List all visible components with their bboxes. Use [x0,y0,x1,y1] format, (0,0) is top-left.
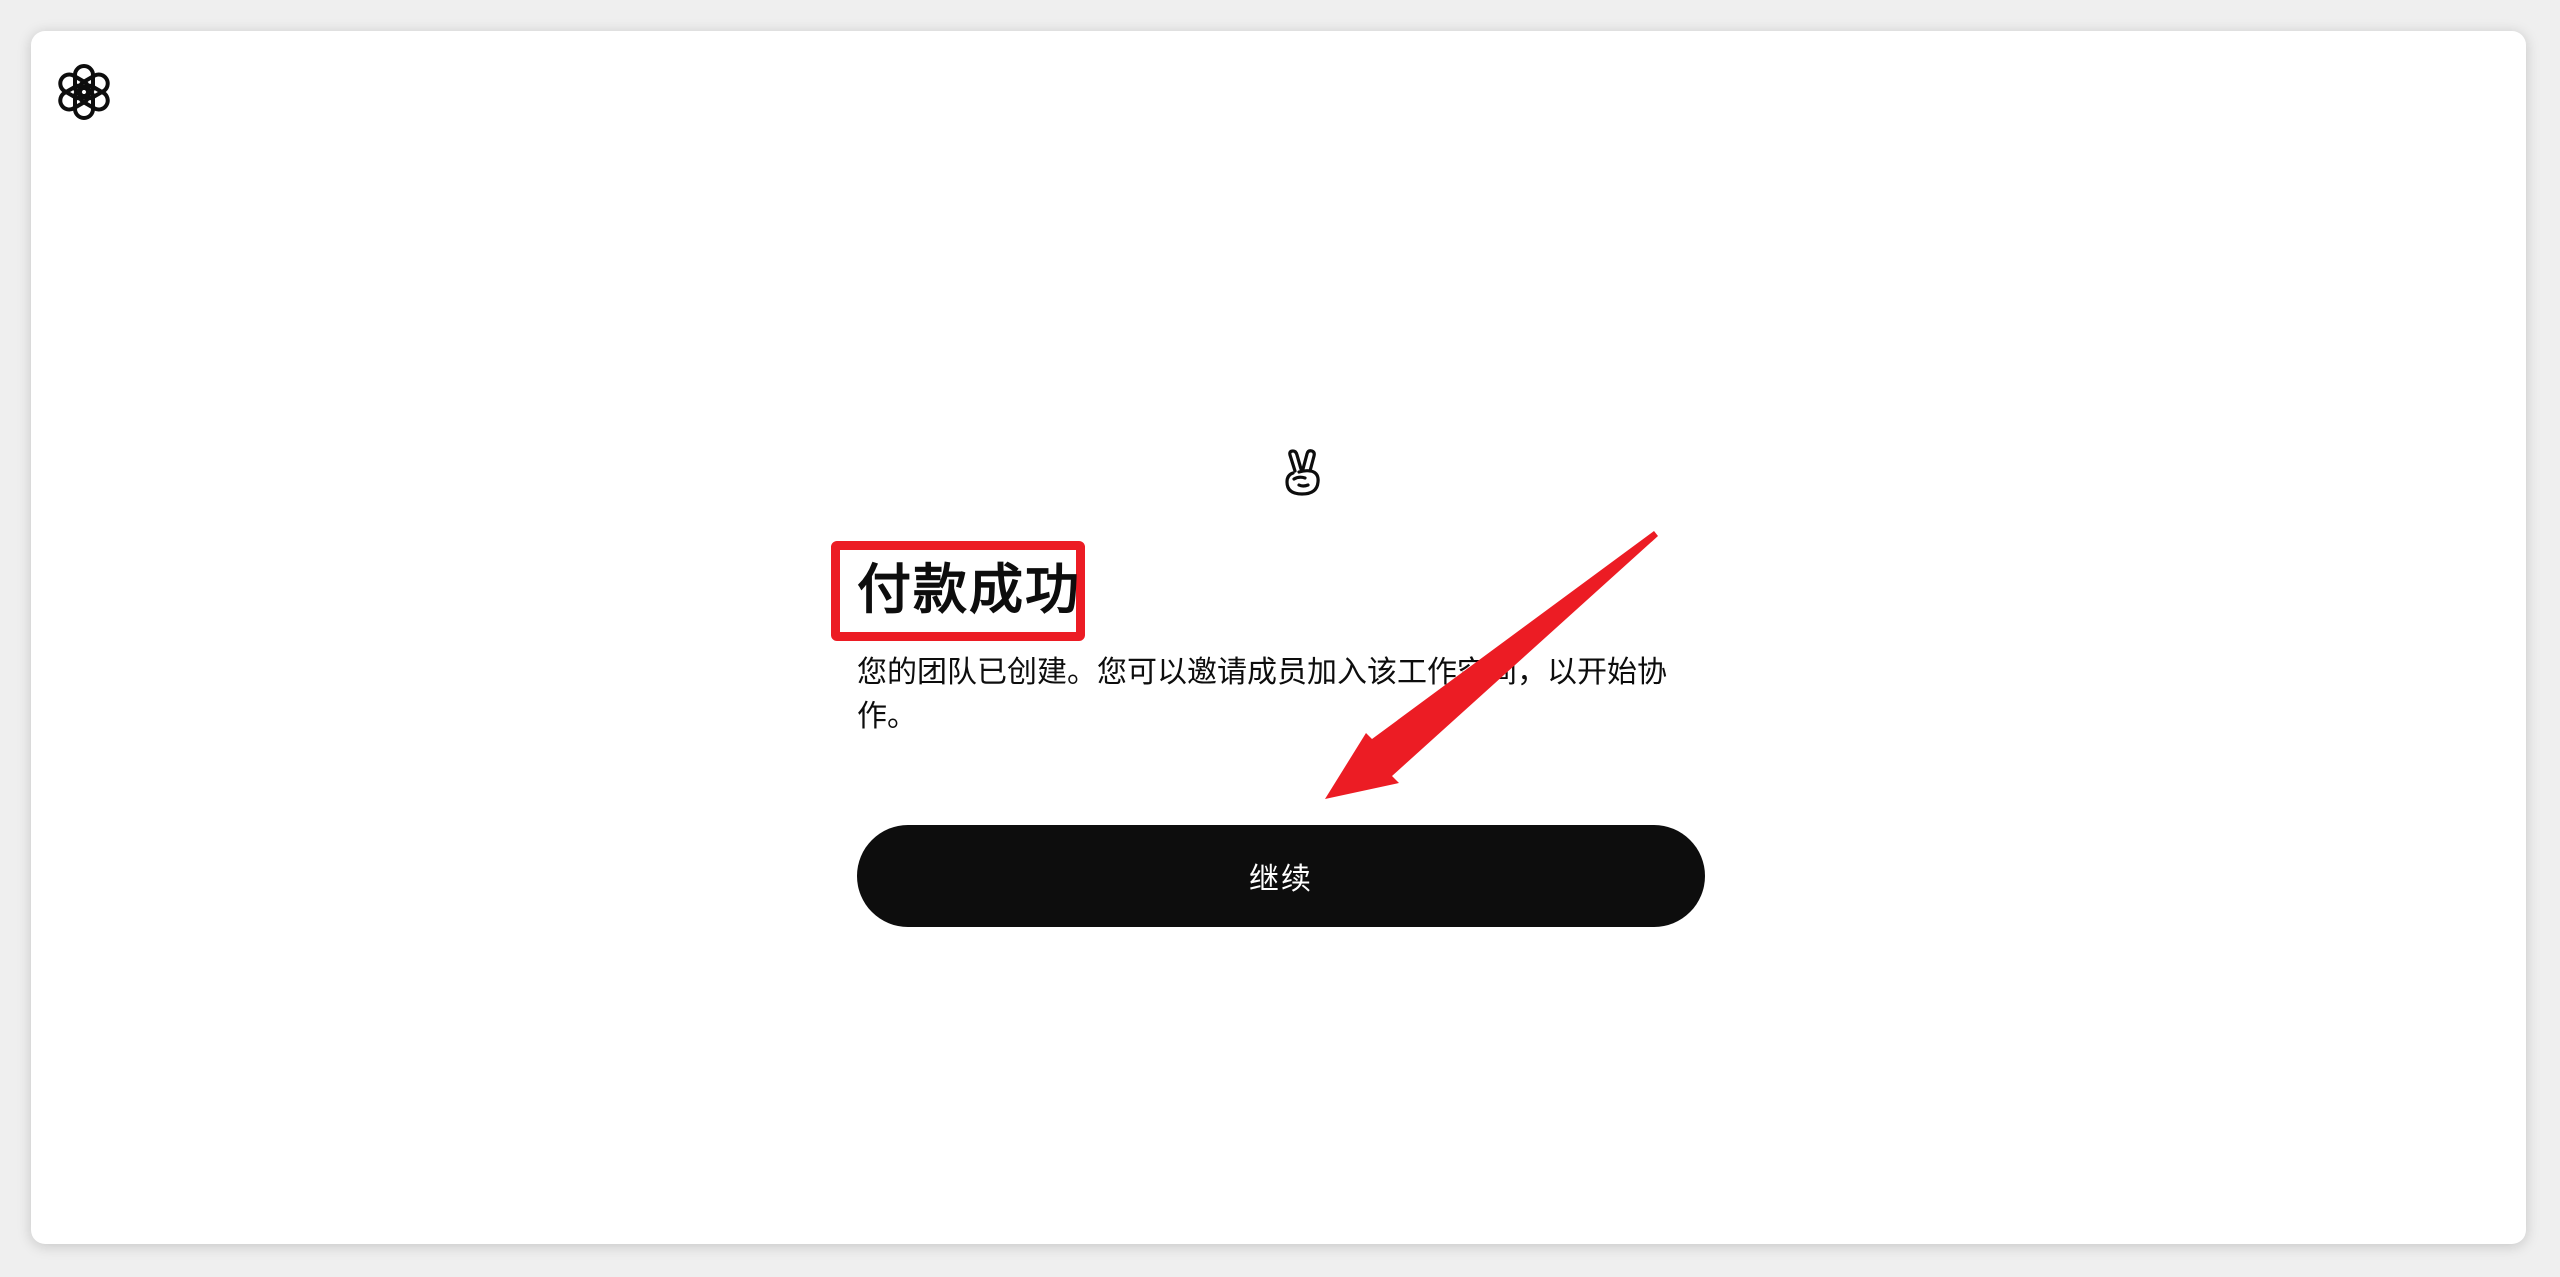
red-arrow-icon [1325,531,1658,799]
success-description: 您的团队已创建。您可以邀请成员加入该工作空间，以开始协作。 [857,655,1667,734]
continue-button-label: 继续 [1249,862,1313,897]
continue-button[interactable]: 继续 [857,825,1705,927]
openai-logo-icon[interactable] [51,59,117,125]
app-window: 付款成功 您的团队已创建。您可以邀请成员加入该工作空间，以开始协作。 继续 [31,31,2526,1244]
victory-hand-icon [1285,449,1320,496]
page-title: 付款成功 [857,558,1081,621]
